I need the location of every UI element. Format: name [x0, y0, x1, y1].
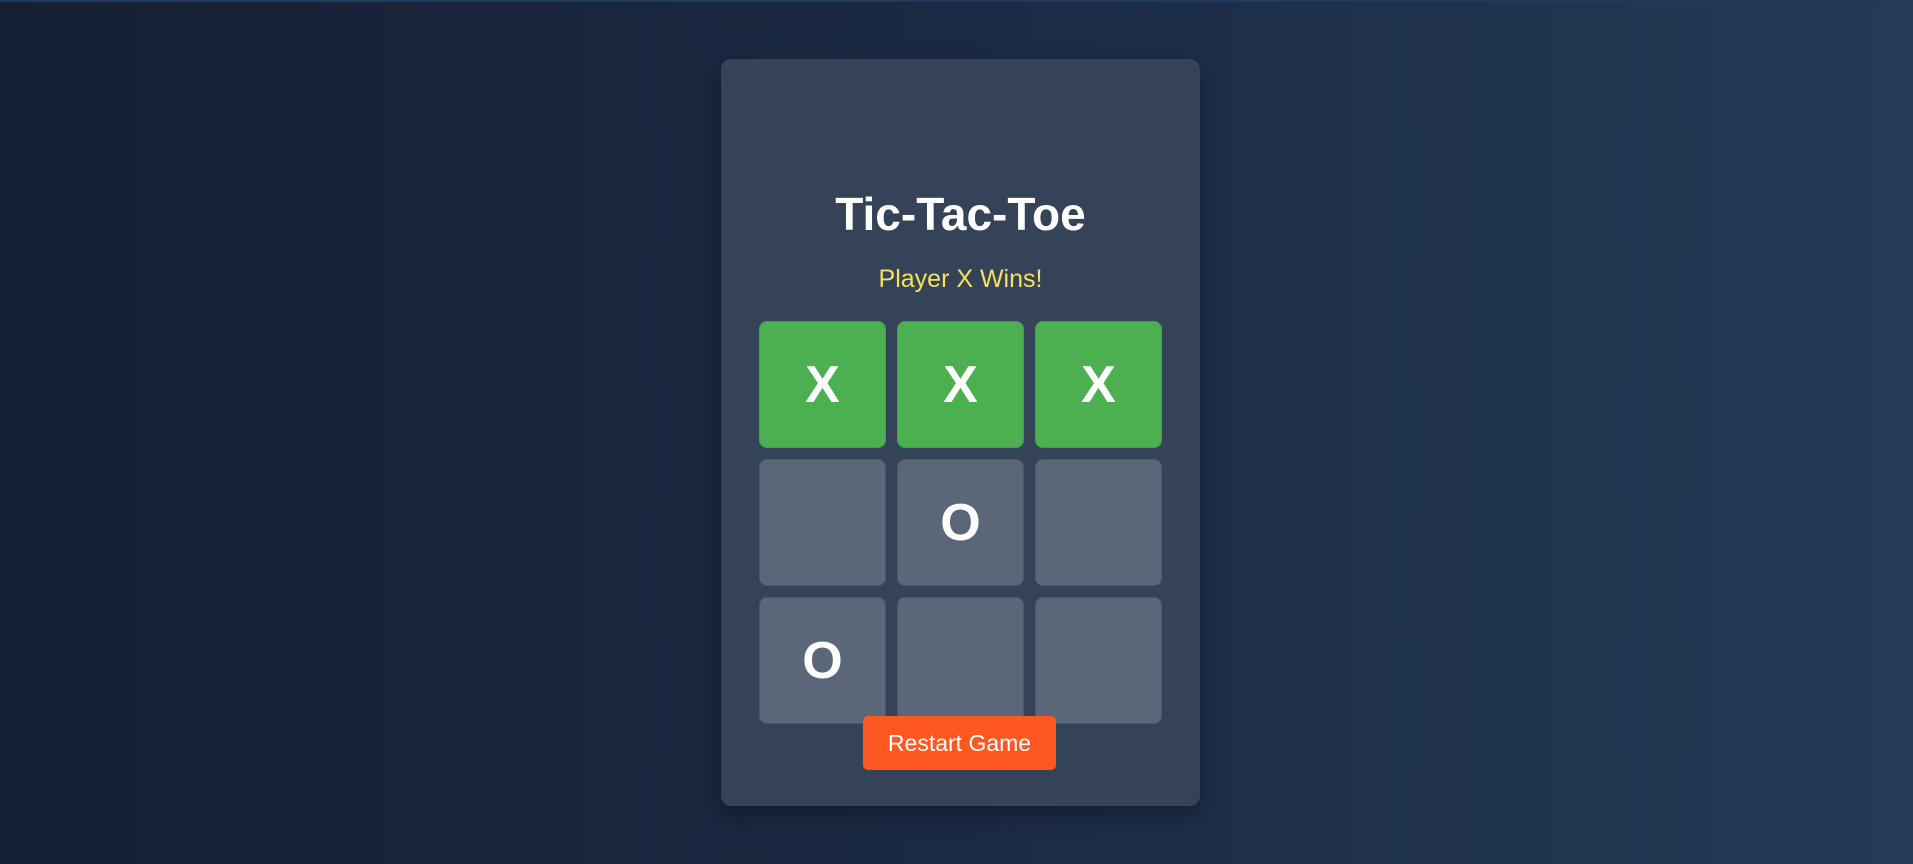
board-cell-4[interactable] — [759, 459, 886, 586]
board-cell-6[interactable] — [1035, 459, 1162, 586]
game-status: Player X Wins! — [878, 265, 1043, 293]
board-cell-8[interactable] — [897, 597, 1024, 724]
game-card: Tic-Tac-Toe Player X Wins! X X X O O Res… — [721, 59, 1200, 806]
game-title: Tic-Tac-Toe — [835, 188, 1086, 240]
board-cell-9[interactable] — [1035, 597, 1162, 724]
board-cell-3[interactable]: X — [1035, 321, 1162, 448]
board-cell-1[interactable]: X — [759, 321, 886, 448]
board-cell-7[interactable]: O — [759, 597, 886, 724]
restart-game-button[interactable]: Restart Game — [863, 716, 1056, 770]
board-cell-5[interactable]: O — [897, 459, 1024, 586]
board-cell-2[interactable]: X — [897, 321, 1024, 448]
top-accent-line — [0, 0, 1913, 2]
game-board: X X X O O — [759, 321, 1162, 724]
